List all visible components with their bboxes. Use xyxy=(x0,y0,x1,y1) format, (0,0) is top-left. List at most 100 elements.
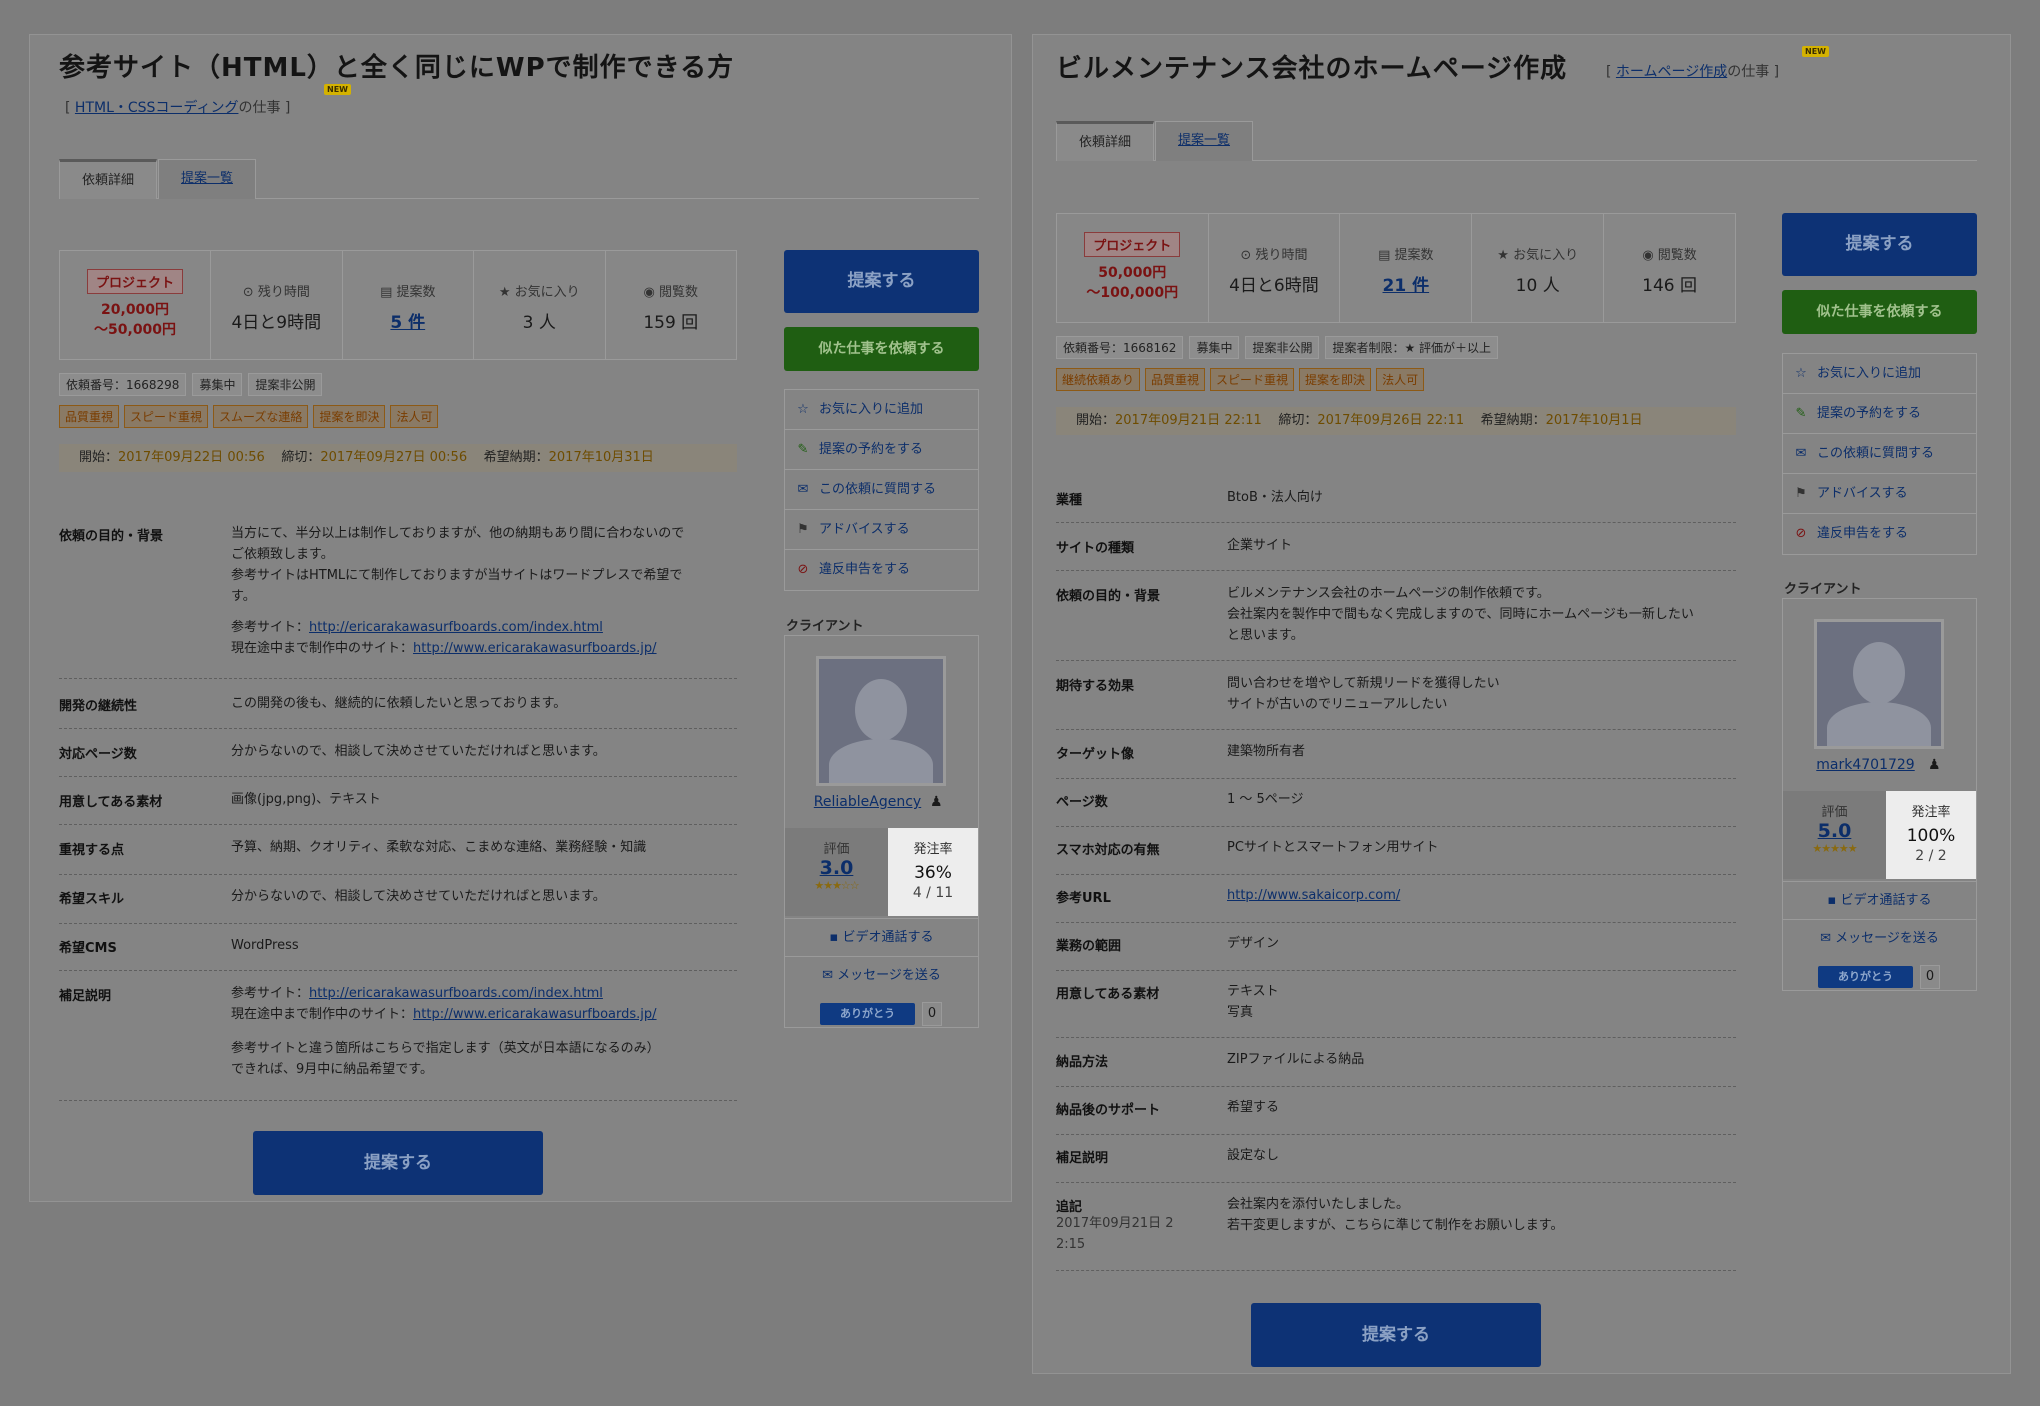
clock-icon: ⊙ xyxy=(1240,248,1252,263)
reserve-icon: ✎ xyxy=(1795,405,1807,421)
person-icon: ♟ xyxy=(1928,757,1941,773)
client-label: クライアント xyxy=(1784,582,1862,597)
due-date: 2017年10月31日 xyxy=(548,450,654,465)
mail-icon: ✉ xyxy=(822,968,833,983)
flag-icon: ⚑ xyxy=(797,521,809,537)
prohibit-icon: ⊘ xyxy=(1795,526,1807,541)
proposals-cell: ▤ 提案数 5 件 xyxy=(343,251,475,359)
views-value: 146 回 xyxy=(1642,276,1697,296)
order-rate-box: 発注率 36% 4 / 11 xyxy=(888,828,978,916)
reference-link[interactable]: http://www.ericarakawasurfboards.jp/ xyxy=(413,641,657,656)
proposals-count-link[interactable]: 5 件 xyxy=(390,313,425,333)
views-cell: ◉ 閲覧数 159 回 xyxy=(606,251,736,359)
job-title: ビルメンテナンス会社のホームページ作成 xyxy=(1056,54,1568,84)
feature-tags: 継続依頼あり 品質重視 スピード重視 提案を即決 法人可 xyxy=(1056,368,1425,391)
add-favorite-item[interactable]: ☆ お気に入りに追加 xyxy=(785,390,978,430)
reference-link[interactable]: http://ericarakawasurfboards.com/index.h… xyxy=(309,986,603,1001)
report-item[interactable]: ⊘ 違反申告をする xyxy=(785,550,978,590)
flag-icon: ⚑ xyxy=(1795,485,1807,501)
ask-question-item[interactable]: ✉ この依頼に質問する xyxy=(785,470,978,510)
client-avatar[interactable] xyxy=(816,656,946,786)
question-icon: ✉ xyxy=(797,481,809,497)
detail-row: 業種 BtoB・法人向け xyxy=(1056,489,1736,523)
video-call-link[interactable]: ▪ ビデオ通話する xyxy=(1783,881,1976,919)
tab-details[interactable]: 依頼詳細 xyxy=(1056,121,1154,161)
propose-bottom-button[interactable]: 提案する xyxy=(253,1131,543,1195)
advise-item[interactable]: ⚑ アドバイスする xyxy=(785,510,978,550)
feature-tag: スピード重視 xyxy=(124,405,209,428)
time-cell: ⊙ 残り時間 4日と6時間 xyxy=(1209,214,1341,322)
add-favorite-item[interactable]: ☆ お気に入りに追加 xyxy=(1783,354,1976,394)
detail-row: ターゲット像 建築物所有者 xyxy=(1056,743,1736,779)
price-min: 50,000円 xyxy=(1098,265,1167,281)
status-tag: 募集中 xyxy=(1189,336,1240,359)
detail-row: 依頼の目的・背景 当方にて、半分以上は制作しておりますが、他の納期もあり間に合わ… xyxy=(59,525,737,679)
job-id-tag: 依頼番号：1668298 xyxy=(59,373,187,396)
tab-proposals[interactable]: 提案一覧 xyxy=(158,159,256,199)
thanks-button[interactable]: ありがとう xyxy=(820,1003,915,1025)
detail-row: サイトの種類 企業サイト xyxy=(1056,537,1736,571)
client-avatar[interactable] xyxy=(1814,619,1944,749)
action-menu: ☆ お気に入りに追加 ✎ 提案の予約をする ✉ この依頼に質問する ⚑ アドバイスする … xyxy=(1782,353,1977,555)
reserve-proposal-item[interactable]: ✎ 提案の予約をする xyxy=(785,430,978,470)
detail-row: 開発の継続性 この開発の後も、継続的に依頼したいと思っております。 xyxy=(59,695,737,729)
video-call-link[interactable]: ▪ ビデオ通話する xyxy=(785,918,978,956)
thanks-count: 0 xyxy=(1920,965,1940,989)
detail-row: 追記 2017年09月21日 2 2:15 会社案内を添付いたしました。 若干変… xyxy=(1056,1196,1736,1271)
report-item[interactable]: ⊘ 違反申告をする xyxy=(1783,514,1976,554)
person-icon: ♟ xyxy=(930,794,943,810)
reference-url-link[interactable]: http://www.sakaicorp.com/ xyxy=(1227,888,1400,903)
feature-tag: 提案を即決 xyxy=(313,405,386,428)
stats-box: プロジェクト 20,000円 ～50,000円 ⊙ 残り時間 4日と9時間 ▤ … xyxy=(59,250,737,360)
start-date: 2017年09月21日 22:11 xyxy=(1115,413,1262,428)
star-outline-icon: ☆ xyxy=(1795,365,1807,381)
postscript-timestamp: 2017年09月21日 2 2:15 xyxy=(1056,1216,1174,1252)
feature-tag: スピード重視 xyxy=(1210,368,1295,391)
request-similar-button[interactable]: 似た仕事を依頼する xyxy=(784,327,979,371)
video-icon: ▪ xyxy=(1827,893,1837,908)
reference-link[interactable]: http://www.ericarakawasurfboards.jp/ xyxy=(413,1007,657,1022)
video-icon: ▪ xyxy=(829,930,839,945)
reserve-proposal-item[interactable]: ✎ 提案の予約をする xyxy=(1783,394,1976,434)
proposals-cell: ▤ 提案数 21 件 xyxy=(1340,214,1473,322)
client-username[interactable]: mark4701729 xyxy=(1783,757,1948,773)
rating-stars: ★★★★★ xyxy=(1812,842,1857,855)
send-message-link[interactable]: ✉ メッセージを送る xyxy=(1783,919,1976,957)
tab-proposals[interactable]: 提案一覧 xyxy=(1155,121,1253,161)
propose-button[interactable]: 提案する xyxy=(784,250,979,313)
detail-row: 用意してある素材 テキスト 写真 xyxy=(1056,983,1736,1038)
price-min: 20,000円 xyxy=(101,302,170,318)
tab-bar: 依頼詳細 提案一覧 xyxy=(1056,121,1977,161)
request-similar-button[interactable]: 似た仕事を依頼する xyxy=(1782,290,1977,334)
action-menu: ☆ お気に入りに追加 ✎ 提案の予約をする ✉ この依頼に質問する ⚑ アドバイスする … xyxy=(784,389,979,591)
price-max: ～50,000円 xyxy=(94,322,177,338)
rating-link[interactable]: 5.0 xyxy=(1783,820,1886,842)
visibility-tag: 提案非公開 xyxy=(1245,336,1320,359)
send-message-link[interactable]: ✉ メッセージを送る xyxy=(785,956,978,994)
reference-link[interactable]: http://ericarakawasurfboards.com/index.h… xyxy=(309,620,603,635)
advise-item[interactable]: ⚑ アドバイスする xyxy=(1783,474,1976,514)
detail-row: 納品方法 ZIPファイルによる納品 xyxy=(1056,1051,1736,1087)
propose-bottom-button[interactable]: 提案する xyxy=(1251,1303,1541,1367)
client-rating: 評価 5.0 ★★★★★ xyxy=(1783,791,1886,879)
detail-row: スマホ対応の有無 PCサイトとスマートフォン用サイト xyxy=(1056,839,1736,875)
time-value: 4日と9時間 xyxy=(231,313,322,333)
client-label: クライアント xyxy=(786,619,864,634)
category-link[interactable]: ホームページ作成 xyxy=(1616,64,1727,80)
thanks-button[interactable]: ありがとう xyxy=(1818,966,1913,988)
feature-tag: 品質重視 xyxy=(59,405,120,428)
new-badge: NEW xyxy=(324,84,351,95)
rating-link[interactable]: 3.0 xyxy=(785,857,888,879)
left-job-panel: 参考サイト（HTML）と全く同じにWPで制作できる方 [ HTML・CSSコーデ… xyxy=(29,34,1012,1202)
client-username[interactable]: ReliableAgency xyxy=(785,794,950,810)
ask-question-item[interactable]: ✉ この依頼に質問する xyxy=(1783,434,1976,474)
thanks-count: 0 xyxy=(922,1002,942,1026)
time-cell: ⊙ 残り時間 4日と9時間 xyxy=(211,251,343,359)
start-date: 2017年09月22日 00:56 xyxy=(118,450,265,465)
proposals-count-link[interactable]: 21 件 xyxy=(1383,276,1430,296)
eye-icon: ◉ xyxy=(643,285,655,300)
tab-details[interactable]: 依頼詳細 xyxy=(59,159,157,199)
propose-button[interactable]: 提案する xyxy=(1782,213,1977,276)
category-link[interactable]: HTML・CSSコーディング xyxy=(75,100,239,116)
detail-row: 依頼の目的・背景 ビルメンテナンス会社のホームページの制作依頼です。 会社案内を… xyxy=(1056,585,1736,661)
